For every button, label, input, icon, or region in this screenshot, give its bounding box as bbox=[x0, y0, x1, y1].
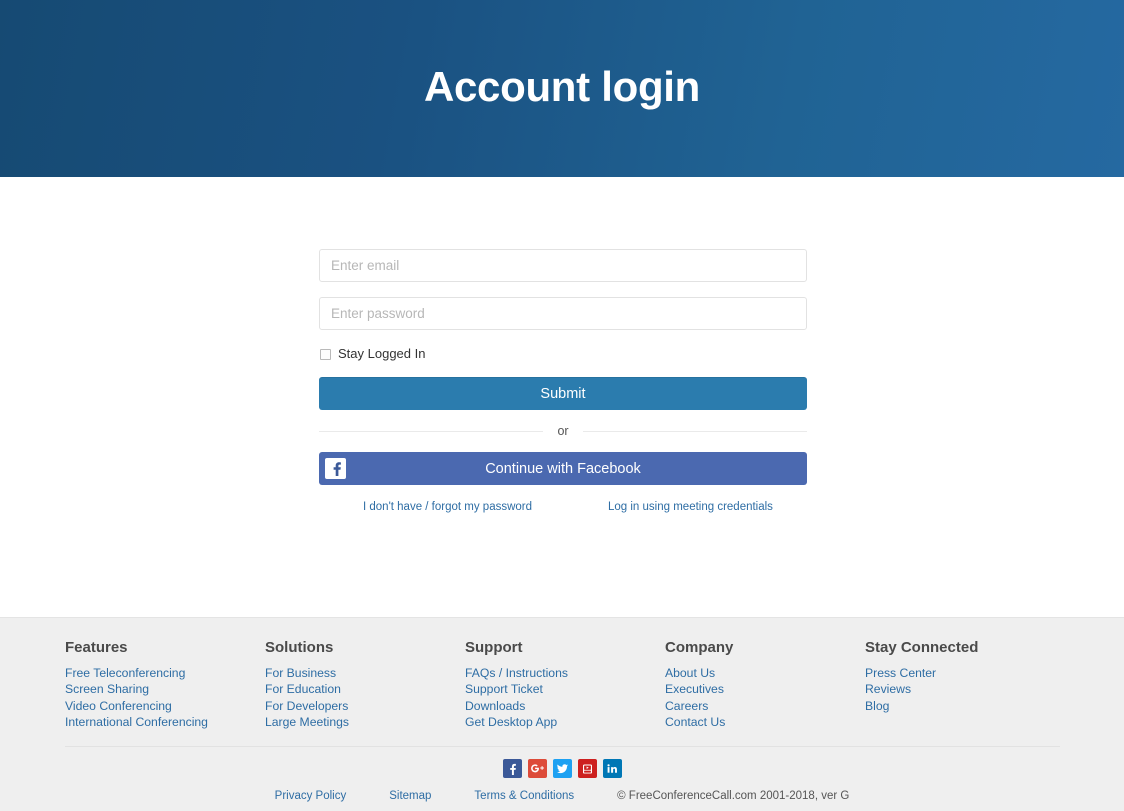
twitter-icon[interactable] bbox=[552, 759, 572, 778]
footer-link[interactable]: FAQs / Instructions bbox=[465, 665, 665, 681]
facebook-icon[interactable] bbox=[502, 759, 522, 778]
footer-bottom-bar: Privacy Policy Sitemap Terms & Condition… bbox=[0, 790, 1124, 802]
footer-link-columns: Features Free Teleconferencing Screen Sh… bbox=[65, 639, 1065, 730]
terms-and-conditions-link[interactable]: Terms & Conditions bbox=[474, 790, 574, 802]
youtube-icon[interactable] bbox=[577, 759, 597, 778]
footer-column-stay-connected: Stay Connected Press Center Reviews Blog bbox=[865, 639, 1065, 730]
footer-link[interactable]: Video Conferencing bbox=[65, 698, 265, 714]
footer-link[interactable]: Executives bbox=[665, 681, 865, 697]
footer-link[interactable]: About Us bbox=[665, 665, 865, 681]
page-hero-banner: Account login bbox=[0, 0, 1124, 177]
facebook-button-label: Continue with Facebook bbox=[485, 460, 641, 477]
or-divider: or bbox=[319, 419, 807, 443]
footer-link[interactable]: For Education bbox=[265, 681, 465, 697]
stay-logged-in-label: Stay Logged In bbox=[338, 346, 426, 361]
main-content: Stay Logged In Submit or Continue with F… bbox=[0, 177, 1124, 617]
meeting-credentials-link[interactable]: Log in using meeting credentials bbox=[608, 501, 773, 513]
or-divider-label: or bbox=[557, 423, 569, 438]
footer-link[interactable]: International Conferencing bbox=[65, 714, 265, 730]
footer-link[interactable]: Blog bbox=[865, 698, 1065, 714]
footer-column-heading: Stay Connected bbox=[865, 639, 979, 656]
social-links bbox=[0, 759, 1124, 778]
continue-with-facebook-button[interactable]: Continue with Facebook bbox=[319, 452, 807, 485]
footer-column-heading: Features bbox=[65, 639, 128, 656]
footer-link[interactable]: Get Desktop App bbox=[465, 714, 665, 730]
footer-column-heading: Company bbox=[665, 639, 734, 656]
stay-logged-in-checkbox[interactable] bbox=[320, 348, 331, 360]
footer-column-heading: Support bbox=[465, 639, 523, 656]
footer-link[interactable]: Contact Us bbox=[665, 714, 865, 730]
footer-link[interactable]: Screen Sharing bbox=[65, 681, 265, 697]
linkedin-icon[interactable] bbox=[602, 759, 622, 778]
password-input[interactable] bbox=[319, 297, 807, 330]
footer-column-support: Support FAQs / Instructions Support Tick… bbox=[465, 639, 665, 730]
footer-column-heading: Solutions bbox=[265, 639, 334, 656]
email-input[interactable] bbox=[319, 249, 807, 282]
forgot-password-link[interactable]: I don't have / forgot my password bbox=[363, 501, 532, 513]
copyright-text: © FreeConferenceCall.com 2001-2018, ver … bbox=[617, 790, 850, 802]
submit-button-label: Submit bbox=[540, 386, 586, 402]
facebook-icon bbox=[325, 458, 346, 479]
footer-column-features: Features Free Teleconferencing Screen Sh… bbox=[65, 639, 265, 730]
stay-logged-in-row[interactable]: Stay Logged In bbox=[319, 346, 807, 362]
site-footer: Features Free Teleconferencing Screen Sh… bbox=[0, 617, 1124, 811]
form-helper-links: I don't have / forgot my password Log in… bbox=[319, 501, 807, 517]
footer-link[interactable]: Large Meetings bbox=[265, 714, 465, 730]
footer-link[interactable]: Downloads bbox=[465, 698, 665, 714]
submit-button[interactable]: Submit bbox=[319, 377, 807, 410]
sitemap-link[interactable]: Sitemap bbox=[389, 790, 431, 802]
google-plus-icon[interactable] bbox=[527, 759, 547, 778]
footer-link[interactable]: For Business bbox=[265, 665, 465, 681]
footer-link[interactable]: Free Teleconferencing bbox=[65, 665, 265, 681]
page-title: Account login bbox=[423, 62, 701, 110]
footer-divider bbox=[65, 746, 1060, 747]
footer-link[interactable]: Support Ticket bbox=[465, 681, 665, 697]
footer-column-solutions: Solutions For Business For Education For… bbox=[265, 639, 465, 730]
footer-link[interactable]: Careers bbox=[665, 698, 865, 714]
footer-column-company: Company About Us Executives Careers Cont… bbox=[665, 639, 865, 730]
or-divider-line-left bbox=[319, 430, 544, 432]
footer-link[interactable]: Reviews bbox=[865, 681, 1065, 697]
footer-link[interactable]: For Developers bbox=[265, 698, 465, 714]
login-form: Stay Logged In Submit or Continue with F… bbox=[319, 249, 807, 517]
footer-link[interactable]: Press Center bbox=[865, 665, 1065, 681]
or-divider-line-right bbox=[582, 430, 807, 432]
privacy-policy-link[interactable]: Privacy Policy bbox=[275, 790, 347, 802]
